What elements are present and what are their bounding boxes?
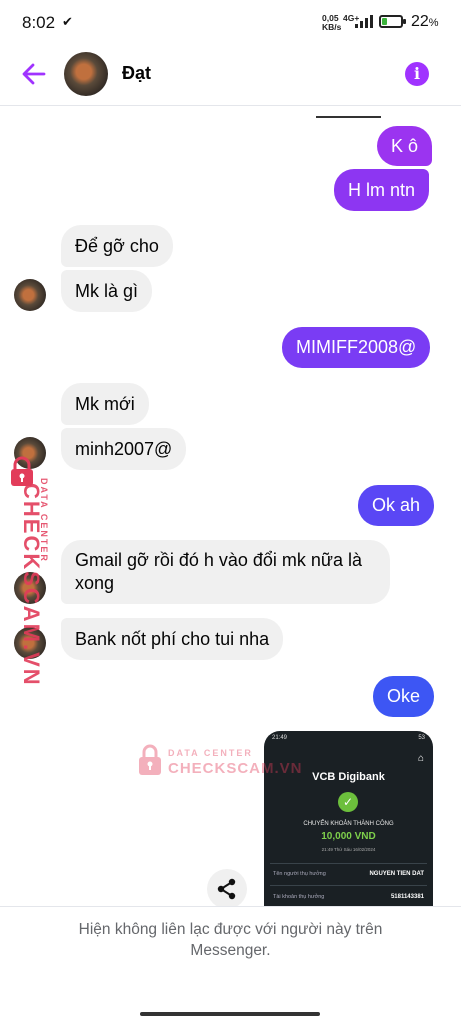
- receipt-amount: 10,000 VND: [321, 831, 376, 842]
- message-bubble-in[interactable]: Mk mới: [61, 383, 149, 425]
- status-bar: 8:02 ✔ 0,05 KB/s 4G+ 22%: [0, 0, 461, 44]
- check-icon: ✓: [338, 792, 358, 812]
- scroll-indicator: [316, 116, 381, 118]
- message-text: Ok ah: [372, 495, 421, 515]
- message-text: MIMIFF2008@: [296, 337, 417, 357]
- composer-disabled-notice: Hiện không liên lạc được với người này t…: [0, 906, 461, 1024]
- watermark-horizontal: DATA CENTER CHECKSCAM.VN: [136, 740, 306, 780]
- contact-avatar[interactable]: [64, 52, 108, 96]
- home-icon: ⌂: [417, 753, 424, 764]
- data-saver-icon: ✔: [62, 14, 73, 29]
- message-text: Mk mới: [75, 393, 135, 414]
- watermark-brand: CHECKSCAM.VN: [19, 483, 44, 687]
- receipt-status: CHUYỂN KHOẢN THÀNH CÔNG: [303, 821, 394, 827]
- receipt-datetime: 21:49 Thứ Sáu 16/02/2024: [321, 847, 376, 852]
- watermark-vertical: DATA CENTER CHECKSCAM.VN: [6, 455, 49, 687]
- receipt-status-battery: 53: [418, 735, 425, 741]
- divider: [270, 863, 427, 864]
- receipt-recipient-value: NGUYEN TIEN DAT: [369, 871, 424, 877]
- message-bubble-in[interactable]: minh2007@: [61, 428, 187, 470]
- message-text: Gmail gỡ rồi đó h vào đổi mk nữa là xong: [75, 550, 362, 593]
- watermark-brand: CHECKSCAM.VN: [168, 760, 303, 777]
- battery-percent: 22%: [411, 13, 439, 30]
- message-bubble-out[interactable]: Ok ah: [358, 485, 435, 526]
- share-icon: [217, 878, 236, 900]
- unavailable-notice: Hiện không liên lạc được với người này t…: [78, 921, 383, 959]
- message-bubble-out[interactable]: Oke: [373, 676, 435, 717]
- arrow-left-icon: [22, 63, 46, 85]
- status-time: 8:02: [22, 13, 56, 32]
- contact-name[interactable]: Đạt: [122, 63, 151, 84]
- message-text: Oke: [387, 686, 421, 706]
- message-bubble-in[interactable]: Gmail gỡ rồi đó h vào đổi mk nữa là xong: [61, 540, 390, 604]
- message-bubble-out[interactable]: K ô: [377, 126, 433, 166]
- gesture-home-bar[interactable]: [140, 1012, 320, 1016]
- message-text: H lm ntn: [348, 179, 416, 200]
- message-bubble-out[interactable]: H lm ntn: [334, 169, 430, 211]
- message-text: minh2007@: [75, 438, 173, 459]
- info-icon[interactable]: i: [405, 62, 429, 86]
- message-text: Bank nốt phí cho tui nha: [75, 628, 270, 649]
- message-bubble-in[interactable]: Mk là gì: [61, 270, 153, 312]
- message-bubble-out[interactable]: MIMIFF2008@: [282, 327, 431, 368]
- message-text: Để gỡ cho: [75, 235, 159, 256]
- back-button[interactable]: [20, 60, 48, 88]
- contact-avatar-small[interactable]: [14, 279, 46, 311]
- message-bubble-in[interactable]: Bank nốt phí cho tui nha: [61, 618, 284, 660]
- message-bubble-in[interactable]: Để gỡ cho: [61, 225, 173, 267]
- lock-icon: [139, 744, 161, 775]
- battery-icon: [379, 15, 406, 28]
- battery-level-fill: [382, 18, 387, 25]
- receipt-recipient-label: Tên người thụ hưởng: [273, 871, 326, 877]
- signal-icon: [355, 14, 373, 28]
- share-button[interactable]: [207, 869, 247, 909]
- network-speed: 0,05 KB/s: [322, 14, 341, 31]
- divider: [270, 885, 427, 886]
- receipt-account-label: Tài khoản thụ hưởng: [273, 894, 325, 900]
- chat-header: Đạt i: [0, 44, 461, 106]
- receipt-account-value: 5181143381: [390, 894, 424, 900]
- network-speed-unit: KB/s: [322, 21, 342, 32]
- message-text: K ô: [391, 135, 419, 156]
- watermark-tagline: DATA CENTER: [168, 748, 253, 758]
- message-text: Mk là gì: [75, 280, 139, 301]
